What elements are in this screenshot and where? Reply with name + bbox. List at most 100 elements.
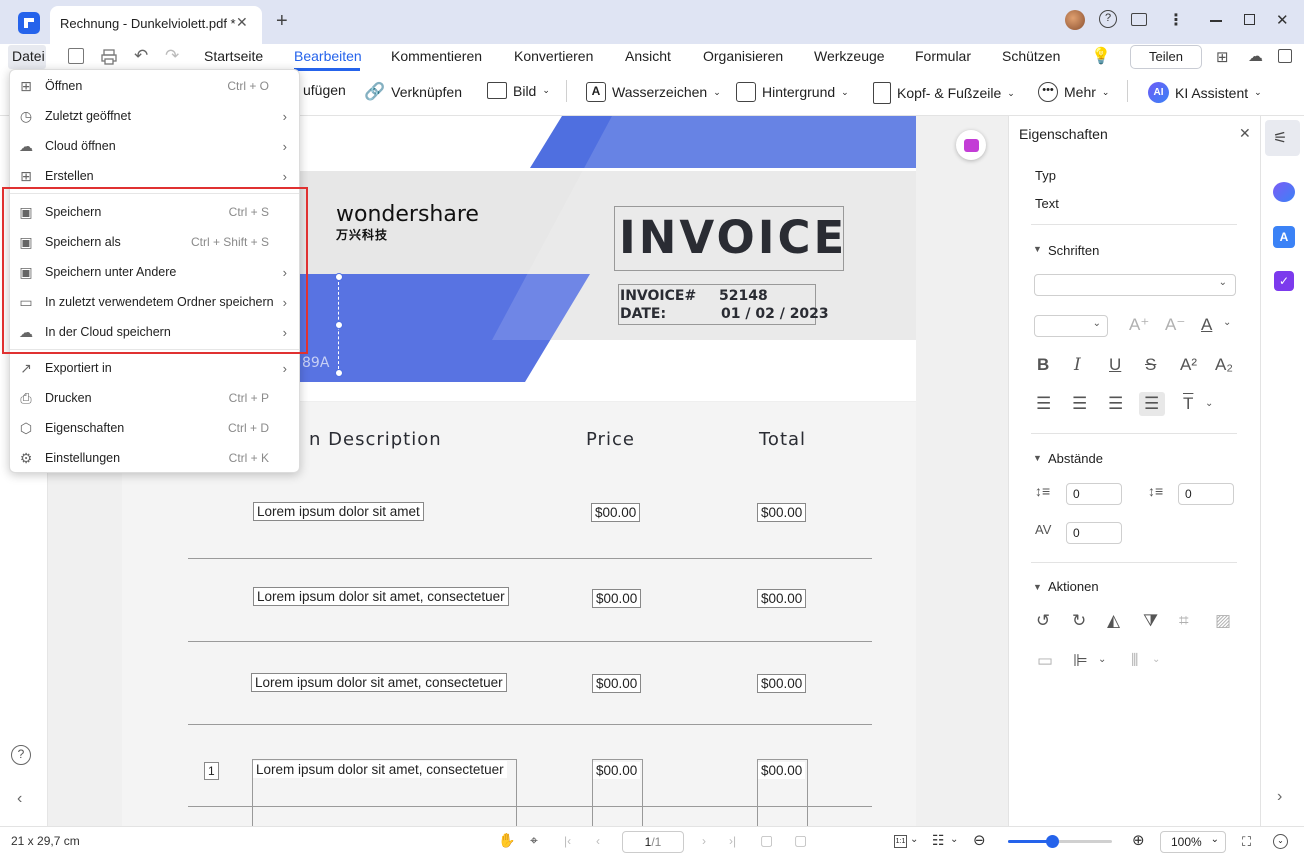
- prev-page-icon[interactable]: ‹: [596, 834, 600, 848]
- link-button[interactable]: 🔗 Verknüpfen: [364, 82, 462, 102]
- properties-sliders-icon[interactable]: ⚟: [1273, 128, 1287, 148]
- tab-konvertieren[interactable]: Konvertieren: [514, 48, 593, 64]
- close-tab-icon[interactable]: ✕: [236, 14, 248, 31]
- zoom-in-icon[interactable]: ⊕: [1132, 831, 1145, 849]
- chevron-down-icon[interactable]: ⌄: [1223, 317, 1231, 328]
- row-4-description[interactable]: Lorem ipsum dolor sit amet, consectetuer: [253, 761, 507, 778]
- tab-formular[interactable]: Formular: [915, 48, 971, 64]
- row-3-total[interactable]: $00.00: [757, 674, 807, 693]
- avatar[interactable]: [1065, 10, 1085, 30]
- zoom-out-icon[interactable]: ⊖: [973, 831, 986, 849]
- distribute-icon[interactable]: ⦀: [1131, 651, 1138, 671]
- first-page-icon[interactable]: |‹: [564, 834, 571, 848]
- fullscreen-icon[interactable]: ⛶: [1242, 834, 1251, 850]
- zoom-slider[interactable]: [1008, 835, 1112, 848]
- row-4-total[interactable]: $00.00: [758, 762, 806, 779]
- collapse-spacing-icon[interactable]: ▼: [1033, 453, 1042, 463]
- share-button[interactable]: Teilen: [1130, 45, 1202, 69]
- rotate-left-icon[interactable]: ↺: [1036, 611, 1050, 631]
- align-center-icon[interactable]: ☰: [1072, 394, 1087, 414]
- menu-item-exportiert-in[interactable]: ↗ Exportiert in ›: [10, 353, 299, 383]
- font-family-select[interactable]: ⌄: [1034, 274, 1236, 296]
- tab-werkzeuge[interactable]: Werkzeuge: [814, 48, 885, 64]
- checklist-icon[interactable]: ✓: [1274, 271, 1294, 291]
- increase-font-icon[interactable]: A⁺: [1129, 315, 1149, 335]
- flip-horizontal-icon[interactable]: ◭: [1107, 611, 1120, 631]
- font-color-icon[interactable]: A: [1201, 315, 1212, 335]
- close-panel-icon[interactable]: ✕: [1239, 125, 1251, 142]
- tab-bearbeiten[interactable]: Bearbeiten: [294, 48, 362, 64]
- paragraph-spacing-input[interactable]: 0: [1178, 483, 1234, 505]
- fit-page-icon[interactable]: 1:1: [894, 835, 907, 848]
- row-2-price[interactable]: $00.00: [592, 589, 642, 608]
- selection-handle[interactable]: [335, 321, 343, 329]
- subscript-icon[interactable]: A₂: [1215, 355, 1233, 375]
- menu-item-eigenschaften[interactable]: ⬡ Eigenschaften Ctrl + D: [10, 413, 299, 443]
- tab-organisieren[interactable]: Organisieren: [703, 48, 783, 64]
- more-vertical-icon[interactable]: ⋮: [1168, 10, 1184, 30]
- chevron-down-icon[interactable]: ⌄: [950, 834, 958, 845]
- translate-icon[interactable]: A: [1273, 226, 1295, 248]
- menu-item-öffnen[interactable]: ⊞ Öffnen Ctrl + O: [10, 71, 299, 101]
- underline-icon[interactable]: U: [1109, 355, 1121, 375]
- align-objects-icon[interactable]: ⊫: [1073, 651, 1088, 671]
- help-circle-icon[interactable]: ?: [11, 745, 31, 765]
- floating-assistant-button[interactable]: [956, 130, 986, 160]
- extract-icon[interactable]: ▭: [1037, 651, 1053, 671]
- menu-item-drucken[interactable]: ⎙ Drucken Ctrl + P: [10, 383, 299, 413]
- chevron-down-icon[interactable]: ⌄: [1205, 398, 1213, 409]
- page-layout-icon[interactable]: ☷: [932, 832, 945, 849]
- last-page-icon[interactable]: ›|: [729, 834, 736, 848]
- app-logo-icon[interactable]: [18, 12, 40, 34]
- row-4-number[interactable]: 1: [204, 762, 219, 780]
- expand-status-icon[interactable]: ⌄: [1273, 834, 1288, 849]
- row-1-total[interactable]: $00.00: [757, 503, 807, 522]
- tab-ansicht[interactable]: Ansicht: [625, 48, 671, 64]
- ai-robot-icon[interactable]: [1273, 182, 1295, 202]
- collapse-fonts-icon[interactable]: ▼: [1033, 244, 1042, 254]
- line-spacing-input[interactable]: 0: [1066, 483, 1122, 505]
- align-left-icon[interactable]: ☰: [1036, 394, 1051, 414]
- header-footer-button[interactable]: Kopf- & Fußzeile ⌄: [873, 82, 1015, 104]
- background-button[interactable]: Hintergrund ⌄: [736, 82, 849, 102]
- lightbulb-icon[interactable]: 💡: [1091, 46, 1111, 66]
- add-text-button[interactable]: ufügen: [303, 82, 346, 98]
- selection-handle[interactable]: [335, 369, 343, 377]
- row-1-description[interactable]: Lorem ipsum dolor sit amet: [253, 502, 424, 521]
- font-size-select[interactable]: ⌄: [1034, 315, 1108, 337]
- rotate-view-alt-icon[interactable]: ▢: [794, 832, 807, 849]
- align-right-icon[interactable]: ☰: [1108, 394, 1123, 414]
- select-tool-icon[interactable]: ⌖: [530, 832, 538, 849]
- rotate-view-icon[interactable]: ▢: [760, 832, 773, 849]
- italic-icon[interactable]: I: [1074, 355, 1081, 375]
- character-spacing-input[interactable]: 0: [1066, 522, 1122, 544]
- more-button[interactable]: ••• Mehr ⌄: [1038, 82, 1109, 102]
- chevron-down-icon[interactable]: ⌄: [1152, 654, 1160, 665]
- menu-item-cloud-öffnen[interactable]: ☁ Cloud öffnen ›: [10, 131, 299, 161]
- row-2-description[interactable]: Lorem ipsum dolor sit amet, consectetuer: [253, 587, 509, 606]
- rotate-right-icon[interactable]: ↻: [1072, 611, 1086, 631]
- save-icon[interactable]: [68, 48, 84, 64]
- row-4-price[interactable]: $00.00: [593, 762, 641, 779]
- chevron-right-icon[interactable]: ›: [1277, 788, 1282, 806]
- tab-startseite[interactable]: Startseite: [204, 48, 263, 64]
- menu-item-zuletzt-geöffnet[interactable]: ◷ Zuletzt geöffnet ›: [10, 101, 299, 131]
- zoom-slider-thumb[interactable]: [1045, 835, 1059, 848]
- text-direction-icon[interactable]: T: [1183, 394, 1193, 414]
- zoom-level-select[interactable]: 100% ⌄: [1160, 831, 1226, 853]
- help-icon[interactable]: ?: [1099, 10, 1117, 28]
- superscript-icon[interactable]: A²: [1180, 355, 1197, 375]
- hand-tool-icon[interactable]: ✋: [498, 832, 515, 849]
- maximize-icon[interactable]: [1244, 14, 1255, 25]
- watermark-button[interactable]: A Wasserzeichen ⌄: [586, 82, 721, 102]
- tab-kommentieren[interactable]: Kommentieren: [391, 48, 482, 64]
- document-tab[interactable]: Rechnung - Dunkelviolett.pdf *: [50, 6, 262, 44]
- row-2-total[interactable]: $00.00: [757, 589, 807, 608]
- selection-handle[interactable]: [335, 273, 343, 281]
- row-1-price[interactable]: $00.00: [591, 503, 641, 522]
- page-number-input[interactable]: 1/1: [622, 831, 684, 853]
- decrease-font-icon[interactable]: A⁻: [1165, 315, 1185, 335]
- undo-icon[interactable]: ↶: [134, 46, 148, 66]
- ai-assistant-button[interactable]: AI KI Assistent ⌄: [1148, 82, 1262, 103]
- collapse-actions-icon[interactable]: ▼: [1033, 582, 1042, 592]
